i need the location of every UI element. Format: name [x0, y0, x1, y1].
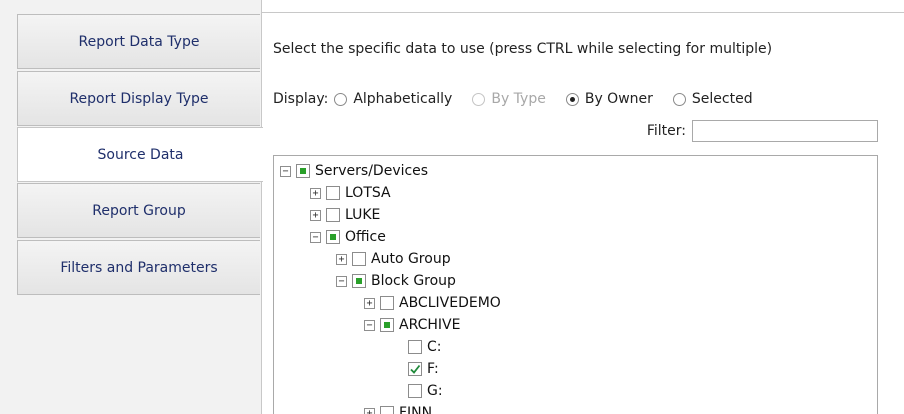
tree-node-drive-c[interactable]: C:	[408, 337, 442, 357]
collapse-icon[interactable]: −	[280, 165, 291, 177]
tab-source-data[interactable]: Source Data	[17, 127, 263, 182]
tree-node-lotsa[interactable]: + LOTSA	[310, 183, 391, 203]
tree-node-label: ABCLIVEDEMO	[399, 295, 501, 311]
tree-node-label: LUKE	[345, 207, 381, 223]
tree-node-servers-devices[interactable]: − Servers/Devices	[280, 161, 428, 181]
checkmark-icon	[410, 364, 421, 374]
partial-checkbox[interactable]	[380, 318, 394, 332]
tree-node-label: F:	[427, 361, 439, 377]
checkbox[interactable]	[408, 340, 422, 354]
radio-selected[interactable]: Selected	[672, 91, 753, 107]
collapse-icon[interactable]: −	[364, 319, 375, 331]
tab-label: Report Group	[92, 202, 186, 219]
checkbox[interactable]	[380, 296, 394, 310]
tree-node-archive[interactable]: − ARCHIVE	[364, 315, 460, 335]
tree-node-label: C:	[427, 339, 442, 355]
radio-alphabetically[interactable]: Alphabetically	[334, 91, 452, 107]
collapse-icon[interactable]: −	[310, 231, 321, 243]
tab-label: Filters and Parameters	[60, 259, 218, 276]
radio-circle	[334, 92, 348, 106]
tab-filters-and-parameters[interactable]: Filters and Parameters	[17, 240, 260, 295]
instruction-text: Select the specific data to use (press C…	[273, 41, 773, 57]
source-data-panel: Select the specific data to use (press C…	[262, 12, 904, 414]
tree-node-abclivedemo[interactable]: + ABCLIVEDEMO	[364, 293, 501, 313]
tree-node-label: Office	[345, 229, 386, 245]
checked-checkbox[interactable]	[408, 362, 422, 376]
tree-node-label: FINN	[399, 405, 433, 414]
tree-node-label: Block Group	[371, 273, 456, 289]
partial-checkbox[interactable]	[296, 164, 310, 178]
tree-node-label: ARCHIVE	[399, 317, 461, 333]
radio-circle-selected	[565, 92, 579, 106]
tab-label: Report Display Type	[69, 90, 209, 107]
expand-icon[interactable]: +	[310, 187, 321, 199]
expand-icon[interactable]: +	[364, 407, 375, 414]
tab-label: Report Data Type	[78, 33, 200, 50]
radio-label: Selected	[691, 91, 753, 107]
tree-node-office[interactable]: − Office	[310, 227, 386, 247]
tree-node-finn[interactable]: + FINN	[364, 403, 432, 414]
tab-report-display-type[interactable]: Report Display Type	[17, 71, 260, 126]
partial-checkbox[interactable]	[326, 230, 340, 244]
tab-report-data-type[interactable]: Report Data Type	[17, 14, 260, 69]
filter-label: Filter:	[646, 123, 686, 139]
expand-icon[interactable]: +	[364, 297, 375, 309]
tree-node-drive-f[interactable]: F:	[408, 359, 439, 379]
tree-node-label: Servers/Devices	[315, 163, 429, 179]
tree-node-block-group[interactable]: − Block Group	[336, 271, 456, 291]
tree-node-label: G:	[427, 383, 443, 399]
checkbox[interactable]	[326, 208, 340, 222]
radio-label: By Type	[491, 91, 546, 107]
radio-circle	[672, 92, 686, 106]
radio-label: Alphabetically	[353, 91, 453, 107]
display-label: Display:	[273, 91, 329, 107]
filter-row: Filter:	[647, 120, 878, 142]
radio-label: By Owner	[584, 91, 653, 107]
tree-node-label: LOTSA	[345, 185, 391, 201]
display-options: Display: Alphabetically By Type By Owner…	[273, 91, 773, 107]
partial-checkbox[interactable]	[352, 274, 366, 288]
tree-node-drive-g[interactable]: G:	[408, 381, 443, 401]
filter-input[interactable]	[692, 120, 878, 142]
radio-by-type: By Type	[472, 91, 546, 107]
tree-node-auto-group[interactable]: + Auto Group	[336, 249, 451, 269]
radio-circle	[472, 92, 486, 106]
expand-icon[interactable]: +	[310, 209, 321, 221]
collapse-icon[interactable]: −	[336, 275, 347, 287]
checkbox[interactable]	[408, 384, 422, 398]
checkbox[interactable]	[352, 252, 366, 266]
tree-node-label: Auto Group	[371, 251, 451, 267]
tab-label: Source Data	[97, 146, 184, 163]
checkbox[interactable]	[326, 186, 340, 200]
tab-report-group[interactable]: Report Group	[17, 183, 260, 238]
source-tree[interactable]: − Servers/Devices + LOTSA + LUKE − Offic…	[273, 155, 878, 414]
tab-sidebar: Report Data Type Report Display Type Sou…	[0, 0, 263, 414]
checkbox[interactable]	[380, 406, 394, 414]
radio-by-owner[interactable]: By Owner	[565, 91, 653, 107]
tree-node-luke[interactable]: + LUKE	[310, 205, 380, 225]
expand-icon[interactable]: +	[336, 253, 347, 265]
